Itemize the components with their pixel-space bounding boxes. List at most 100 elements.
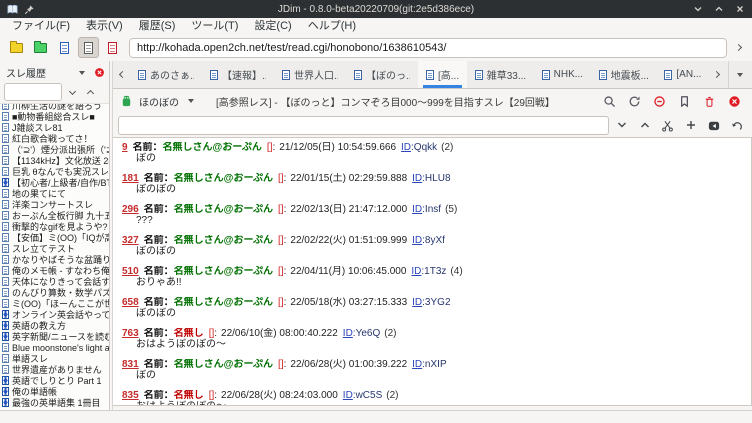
thread-history-item[interactable]: Blue moonstone's light an: [2, 342, 109, 353]
thread-history-item[interactable]: 英字新聞/ニュースを読むス: [2, 331, 109, 342]
post-name: 名無しさん@おーぷん: [174, 359, 273, 370]
post-number-link[interactable]: 510: [122, 266, 139, 277]
thread-history-item[interactable]: かなりやばそうな盆踊りに: [2, 254, 109, 265]
tab[interactable]: 世界人口...: [274, 61, 346, 88]
menu-item[interactable]: 表示(V): [78, 18, 131, 34]
favorites-button[interactable]: [30, 37, 51, 58]
find-prev-button[interactable]: [634, 116, 655, 135]
tab[interactable]: NHK...: [534, 61, 591, 88]
tab[interactable]: 【速報】...: [202, 61, 274, 88]
tab[interactable]: あのさぁ...: [130, 61, 202, 88]
tab-scroll-left-button[interactable]: [115, 61, 130, 88]
post-number-link[interactable]: 296: [122, 204, 139, 215]
board-dropdown-button[interactable]: [183, 94, 198, 109]
image-view-button[interactable]: [102, 37, 123, 58]
post-id-link[interactable]: ID: [343, 390, 353, 401]
post-number-link[interactable]: 9: [122, 142, 128, 153]
menu-item[interactable]: ファイル(F): [4, 18, 78, 34]
menu-item[interactable]: ツール(T): [183, 18, 246, 34]
tab[interactable]: 地震板...: [591, 61, 657, 88]
extract-button[interactable]: [657, 116, 678, 135]
post-id-link[interactable]: ID: [343, 328, 353, 339]
bookmark-button[interactable]: [674, 92, 695, 111]
sidebar-close-button[interactable]: [93, 67, 105, 79]
thread-history-item[interactable]: おーぷん全板行脚 九十五: [2, 210, 109, 221]
thread-history-item[interactable]: 【安価】ミ(OO)「IQが高くない: [2, 232, 109, 243]
thread-history-item[interactable]: スレ立てテスト: [2, 243, 109, 254]
thread-history-item[interactable]: 単語スレ: [2, 353, 109, 364]
thread-history-item[interactable]: 最強の英単語集 1冊目: [2, 397, 109, 408]
url-go-button[interactable]: [730, 37, 746, 58]
post-id-link[interactable]: ID: [412, 235, 422, 246]
thread-history-item[interactable]: のんびり算数・数学パズル: [2, 287, 109, 298]
post-id-link[interactable]: ID: [412, 297, 422, 308]
board-view-button[interactable]: [54, 37, 75, 58]
write-button[interactable]: [703, 116, 724, 135]
post-id-link[interactable]: ID: [412, 359, 422, 370]
post-id-link[interactable]: ID: [401, 142, 411, 153]
maximize-button[interactable]: [713, 3, 725, 15]
plus-icon: [685, 119, 697, 131]
tab[interactable]: [AN...: [656, 61, 709, 88]
minimize-button[interactable]: [692, 3, 704, 15]
tab[interactable]: 【ぼのっ...: [346, 61, 418, 88]
post-id-link[interactable]: ID: [412, 204, 422, 215]
thread-history-item[interactable]: （'⊇'）煙分派出張所（'⊇: [2, 144, 109, 155]
add-favorite-button[interactable]: [680, 116, 701, 135]
thread-search-input[interactable]: [118, 116, 609, 135]
post-id-link[interactable]: ID: [411, 266, 421, 277]
close-thread-button[interactable]: [724, 92, 745, 111]
sidebar-search-prev-button[interactable]: [83, 85, 98, 100]
thread-history-item[interactable]: 地の果てにて: [2, 188, 109, 199]
sidebar-search-input[interactable]: [4, 83, 62, 101]
post-number-link[interactable]: 831: [122, 359, 139, 370]
post-number-link[interactable]: 763: [122, 328, 139, 339]
search-button[interactable]: [599, 92, 620, 111]
reload-button[interactable]: [624, 92, 645, 111]
menu-item[interactable]: 履歴(S): [131, 18, 184, 34]
thread-history-item[interactable]: 紅白歌合戦ってさ！: [2, 133, 109, 144]
url-input[interactable]: [129, 38, 727, 58]
thread-history-item[interactable]: 【初心者/上級者/自作/BTO: [2, 177, 109, 188]
tab-scroll-right-button[interactable]: [709, 61, 724, 88]
thread-history-item[interactable]: 川柳生活の謎を語ろう: [2, 103, 109, 111]
thread-history-item[interactable]: ■動物番組総合スレ■: [2, 111, 109, 122]
post: 510名前：名無しさん@おーぷん[]:22/04/11(月) 10:06:45.…: [122, 266, 747, 288]
thread-history-item[interactable]: 洋楽コンサートスレ: [2, 199, 109, 210]
thread-history-item[interactable]: 衝撃的なgifを見ようや?: [2, 221, 109, 232]
thread-history-item[interactable]: 天体になりきって会話する: [2, 276, 109, 287]
sidebar-dropdown-button[interactable]: [74, 65, 89, 80]
thread-history-item[interactable]: 俺のメモ帳 - すなわち俺の: [2, 265, 109, 276]
post-id-link[interactable]: ID: [412, 173, 422, 184]
post-number-link[interactable]: 327: [122, 235, 139, 246]
titlebar[interactable]: JDim - 0.8.0-beta20220709(git:2e5d386ece…: [0, 0, 752, 18]
back-button[interactable]: [726, 116, 747, 135]
menu-item[interactable]: 設定(C): [246, 18, 299, 34]
board-name[interactable]: ほのぼの: [139, 94, 179, 109]
thread-history-item[interactable]: ミ(OO)「ほーんここが世界: [2, 298, 109, 309]
thread-view-button[interactable]: [78, 37, 99, 58]
thread-history-item[interactable]: 【1134kHz】文化放送 2887: [2, 155, 109, 166]
close-button[interactable]: [734, 3, 746, 15]
thread-history-item[interactable]: 英語でしりとり Part 1: [2, 375, 109, 386]
post-number-link[interactable]: 658: [122, 297, 139, 308]
thread-history-item[interactable]: J雑談スレ81: [2, 122, 109, 133]
delete-button[interactable]: [699, 92, 720, 111]
thread-history-item[interactable]: 俺の単語帳: [2, 386, 109, 397]
find-next-button[interactable]: [611, 116, 632, 135]
thread-history-item[interactable]: オンライン英会話やってる: [2, 309, 109, 320]
bbs-list-button[interactable]: [6, 37, 27, 58]
thread-history-item[interactable]: 世界遺産がありません: [2, 364, 109, 375]
thread-history-item[interactable]: 英語の教え方: [2, 320, 109, 331]
menu-item[interactable]: ヘルプ(H): [300, 18, 364, 34]
post-number-link[interactable]: 835: [122, 390, 139, 401]
tab[interactable]: 雑草33...: [467, 61, 534, 88]
tab-list-button[interactable]: [728, 61, 750, 88]
tab[interactable]: [高...: [418, 61, 467, 88]
stop-button[interactable]: [649, 92, 670, 111]
chevron-down-icon: [79, 71, 85, 75]
sidebar-search-next-button[interactable]: [65, 85, 80, 100]
thread-doc-icon: [84, 42, 93, 54]
post-number-link[interactable]: 181: [122, 173, 139, 184]
thread-history-item[interactable]: 巨乳 θなんでも実況スレ10: [2, 166, 109, 177]
